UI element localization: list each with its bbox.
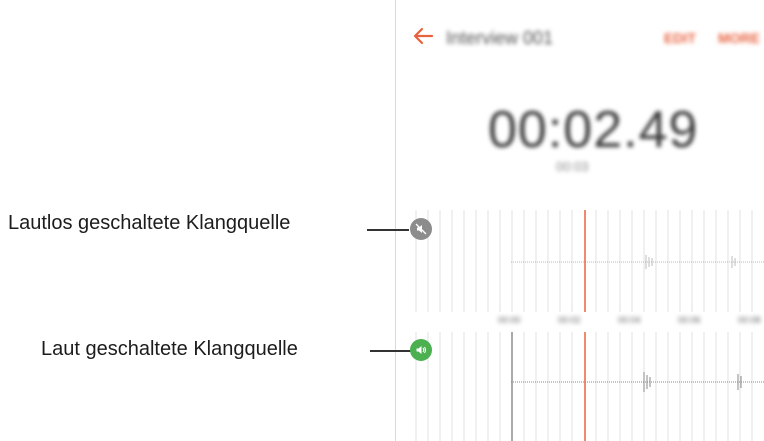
upper-track-gridlines (415, 210, 753, 312)
speaker-muted-icon (415, 223, 427, 235)
total-time: 00:03 (556, 159, 589, 174)
timeline-tick: 00:04 (618, 315, 641, 325)
voice-recorder-screen: Interview 001 EDIT MORE 00:02.49 00:03 0… (395, 0, 764, 441)
timeline-tick: 00:02 (558, 315, 581, 325)
timeline-tick: 00:08 (738, 315, 761, 325)
loud-source-button[interactable] (410, 339, 432, 361)
edit-button[interactable]: EDIT (664, 30, 696, 46)
recording-title: Interview 001 (446, 28, 554, 48)
more-button[interactable]: MORE (718, 30, 760, 46)
muted-source-callout: Lautlos geschaltete Klangquelle (8, 212, 291, 234)
annotated-screenshot: Interview 001 EDIT MORE 00:02.49 00:03 0… (0, 0, 764, 441)
arrow-left-icon[interactable] (410, 24, 436, 48)
timeline-tick: 00:06 (678, 315, 701, 325)
elapsed-time: 00:02.49 (488, 101, 699, 159)
timeline-ticks: 00:00 00:02 00:04 00:06 00:08 (396, 315, 764, 327)
speaker-on-icon (416, 346, 427, 354)
muted-source-button[interactable] (410, 218, 432, 240)
loud-source-leader (370, 350, 412, 352)
loud-source-callout: Laut geschaltete Klangquelle (41, 338, 298, 360)
app-bar: Interview 001 EDIT MORE (396, 0, 764, 80)
timeline-tick: 00:00 (498, 315, 521, 325)
muted-source-leader (367, 229, 409, 231)
lower-track-gridlines (415, 332, 753, 441)
